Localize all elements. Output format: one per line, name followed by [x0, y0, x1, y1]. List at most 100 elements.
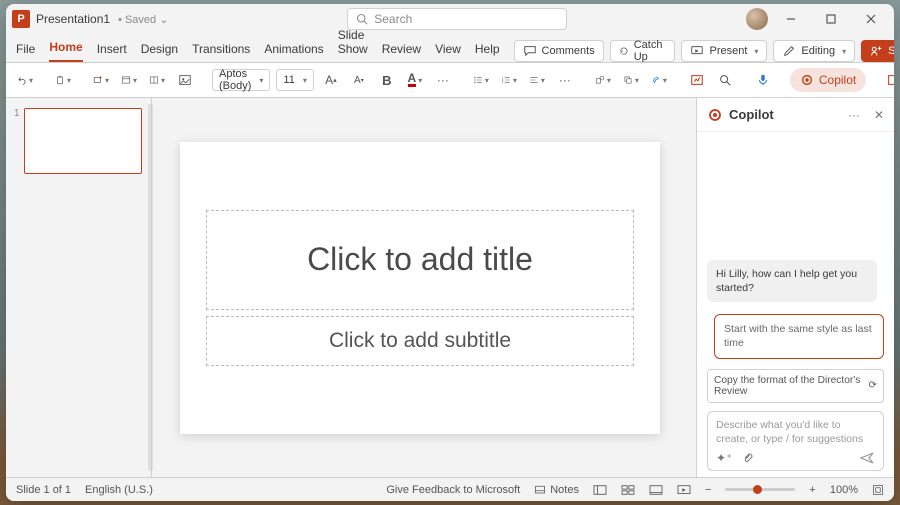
font-selector[interactable]: Aptos (Body)▾	[212, 69, 270, 91]
decrease-font-button[interactable]: A▾	[348, 69, 370, 91]
tab-view[interactable]: View	[435, 42, 461, 62]
catchup-button[interactable]: Catch Up	[610, 40, 676, 62]
slide-thumbnail[interactable]	[24, 108, 142, 174]
undo-button[interactable]: ▾	[14, 69, 36, 91]
comments-button[interactable]: Comments	[514, 40, 604, 62]
document-title[interactable]: Presentation1	[36, 12, 110, 26]
notes-button[interactable]: Notes	[534, 484, 579, 496]
undo-icon	[17, 73, 27, 87]
feedback-link[interactable]: Give Feedback to Microsoft	[386, 484, 520, 496]
picture-button[interactable]	[174, 69, 196, 91]
paint-icon	[651, 73, 661, 87]
align-icon	[529, 73, 539, 87]
status-bar: Slide 1 of 1 English (U.S.) Give Feedbac…	[6, 477, 894, 501]
designer-button[interactable]	[686, 69, 708, 91]
search-box[interactable]: Search	[347, 8, 567, 30]
autosave-status[interactable]: • Saved ⌄	[118, 13, 168, 26]
find-button[interactable]	[714, 69, 736, 91]
tab-help[interactable]: Help	[475, 42, 500, 62]
sorter-view-button[interactable]	[621, 484, 635, 496]
tab-file[interactable]: File	[16, 42, 35, 62]
menu-tabs: File Home Insert Design Transitions Anim…	[6, 34, 894, 62]
tab-home[interactable]: Home	[49, 40, 82, 62]
copilot-close-button[interactable]: ✕	[874, 108, 884, 122]
arrange-button[interactable]: ▾	[620, 69, 642, 91]
tab-slideshow[interactable]: Slide Show	[338, 28, 368, 62]
attach-icon[interactable]	[742, 452, 754, 464]
tab-animations[interactable]: Animations	[264, 42, 323, 62]
tab-transitions[interactable]: Transitions	[192, 42, 250, 62]
present-icon	[690, 44, 704, 58]
refresh-icon[interactable]: ⟳	[868, 380, 877, 391]
reading-icon	[649, 484, 663, 496]
copilot-header: Copilot ··· ✕	[697, 98, 894, 132]
maximize-button[interactable]	[814, 6, 848, 32]
sparkle-icon[interactable]: ✦⁺	[716, 451, 732, 465]
copilot-icon	[800, 73, 814, 87]
user-avatar[interactable]	[746, 8, 768, 30]
zoom-in-button[interactable]: +	[809, 484, 815, 496]
tab-insert[interactable]: Insert	[97, 42, 127, 62]
sorter-icon	[621, 484, 635, 496]
tab-review[interactable]: Review	[382, 42, 421, 62]
chevron-down-icon: ▾	[303, 76, 307, 85]
dictate-button[interactable]	[752, 69, 774, 91]
reading-view-button[interactable]	[649, 484, 663, 496]
copilot-ribbon-button[interactable]: Copilot	[790, 68, 866, 92]
slideshow-icon	[677, 484, 691, 496]
shapes-icon	[595, 73, 605, 87]
language-status[interactable]: English (U.S.)	[85, 484, 153, 496]
zoom-out-button[interactable]: −	[705, 484, 711, 496]
increase-font-button[interactable]: A▴	[320, 69, 342, 91]
slideshow-view-button[interactable]	[677, 484, 691, 496]
font-size-selector[interactable]: 11▾	[276, 69, 313, 91]
send-button[interactable]	[859, 450, 875, 466]
zoom-slider[interactable]	[725, 488, 795, 491]
styles-button[interactable]: ▾	[648, 69, 670, 91]
slide[interactable]: Click to add title Click to add subtitle	[180, 142, 660, 434]
share-icon	[869, 44, 883, 58]
zoom-level[interactable]: 100%	[830, 484, 858, 496]
more-para-button[interactable]: ···	[554, 69, 576, 91]
numbering-button[interactable]: 123▾	[498, 69, 520, 91]
notes-icon	[534, 484, 546, 496]
paste-button[interactable]: ▾	[52, 69, 74, 91]
thumb-number: 1	[14, 108, 20, 174]
layout-button[interactable]: ▾	[118, 69, 140, 91]
arrange-icon	[623, 73, 633, 87]
copilot-pane: Copilot ··· ✕ Hi Lilly, how can I help g…	[696, 98, 894, 477]
tab-design[interactable]: Design	[141, 42, 178, 62]
close-button[interactable]	[854, 6, 888, 32]
copilot-more-button[interactable]: ···	[848, 108, 860, 122]
addins-button[interactable]	[882, 69, 894, 91]
normal-view-button[interactable]	[593, 484, 607, 496]
catchup-icon	[619, 44, 629, 58]
slide-counter[interactable]: Slide 1 of 1	[16, 484, 71, 496]
powerpoint-icon: P	[12, 10, 30, 28]
bold-button[interactable]: B	[376, 69, 398, 91]
font-color-button[interactable]: A▾	[404, 69, 426, 91]
editing-mode-button[interactable]: Editing▾	[773, 40, 855, 62]
fit-button[interactable]	[872, 484, 884, 496]
section-button[interactable]: ▾	[146, 69, 168, 91]
ribbon-toolbar: ▾ ▾ ▾ ▾ ▾ Aptos (Body)▾ 11▾ A▴ A▾ B A▾ ·…	[6, 62, 894, 98]
comment-icon	[523, 44, 537, 58]
title-placeholder[interactable]: Click to add title	[206, 210, 634, 310]
present-button[interactable]: Present▾	[681, 40, 767, 62]
shapes-button[interactable]: ▾	[592, 69, 614, 91]
subtitle-placeholder[interactable]: Click to add subtitle	[206, 316, 634, 366]
app-window: P Presentation1 • Saved ⌄ Search File Ho…	[6, 4, 894, 501]
designer-icon	[690, 73, 704, 87]
bullets-button[interactable]: ▾	[470, 69, 492, 91]
numbering-icon: 123	[501, 73, 511, 87]
minimize-button[interactable]	[774, 6, 808, 32]
copilot-input[interactable]: Describe what you'd like to create, or t…	[707, 411, 884, 471]
svg-text:3: 3	[501, 81, 503, 85]
align-button[interactable]: ▾	[526, 69, 548, 91]
more-font-button[interactable]: ···	[432, 69, 454, 91]
copilot-suggestion[interactable]: Copy the format of the Director's Review…	[707, 369, 884, 403]
share-button[interactable]: Share▾	[861, 40, 894, 62]
new-slide-button[interactable]: ▾	[90, 69, 112, 91]
vertical-scrollbar[interactable]	[148, 104, 153, 471]
mic-icon	[756, 73, 770, 87]
